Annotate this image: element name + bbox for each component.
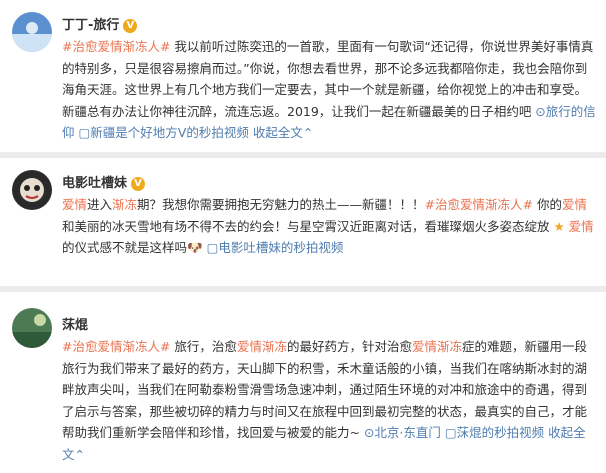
post-text-segment: 期？我想你需要拥抱无穷魅力的热土——新疆！！！ — [137, 197, 425, 212]
post-text: #治愈爱情渐冻人# 我以前听过陈奕迅的一首歌，里面有一句歌词“还记得，你说世界美… — [62, 36, 598, 144]
hashtag-link[interactable]: #治愈爱情渐冻人# — [62, 39, 170, 54]
verified-badge-icon: V — [123, 19, 138, 33]
hashtag-link[interactable]: #治愈爱情渐冻人# — [62, 339, 170, 354]
avatar[interactable] — [12, 12, 52, 52]
hashtag-link[interactable]: 渐冻 — [112, 197, 137, 212]
hashtag-link[interactable]: 爱情 — [62, 197, 87, 212]
weibo-post: 莯焜 #治愈爱情渐冻人# 旅行，治愈爱情渐冻的最好药方，针对治愈爱情渐冻症的难题… — [0, 292, 606, 473]
username[interactable]: 莯焜 — [62, 314, 88, 333]
post-text-segment: 的仪式感不就是这样吗 — [62, 240, 188, 256]
post-text-segment: 旅行，治愈 — [170, 339, 237, 354]
post-text: 爱情进入渐冻期？我想你需要拥抱无穷魅力的热土——新疆！！！#治愈爱情渐冻人# 你… — [62, 194, 598, 259]
post-link[interactable]: ⌃ — [303, 125, 313, 140]
post-link[interactable]: ⌃ — [75, 447, 85, 462]
avatar-image — [12, 308, 52, 348]
avatar-image — [12, 12, 52, 52]
hashtag-link[interactable]: 爱情渐冻 — [412, 339, 462, 354]
weibo-post: 电影吐槽妹 V 爱情进入渐冻期？我想你需要拥抱无穷魅力的热土——新疆！！！#治愈爱… — [0, 158, 606, 286]
post-text-segment: 你的 — [533, 197, 562, 212]
hashtag-link[interactable]: 爱情 — [562, 197, 587, 212]
hashtag-link[interactable]: #治愈爱情渐冻人# — [425, 197, 533, 212]
post-text-segment: 进入 — [87, 197, 113, 212]
sparkle-emoji-icon: ★ — [553, 218, 565, 234]
username-text[interactable]: 电影吐槽妹 — [62, 176, 127, 191]
hashtag-link[interactable]: 爱情渐冻 — [237, 339, 287, 354]
post-link[interactable]: ▢莯焜的秒拍视频 — [445, 425, 548, 440]
username[interactable]: 丁丁-旅行 V — [62, 14, 138, 33]
avatar-image — [12, 170, 52, 210]
post-text-segment: 和美丽的冰天雪地有场不得不去的约会！与星空霄汉近距离对话，看璀璨烟火多姿态绽放 — [62, 218, 554, 234]
post-link[interactable]: 收起全文 — [253, 125, 303, 140]
username-text[interactable]: 莯焜 — [62, 318, 88, 333]
weibo-post: 丁丁-旅行 V #治愈爱情渐冻人# 我以前听过陈奕迅的一首歌，里面有一句歌词“还记… — [0, 0, 606, 152]
username-text[interactable]: 丁丁-旅行 — [62, 18, 119, 33]
post-link[interactable]: ▢电影吐槽妹的秒拍视频 — [203, 240, 344, 255]
doge-emoji-icon: 🐶 — [187, 240, 203, 256]
post-text: #治愈爱情渐冻人# 旅行，治愈爱情渐冻的最好药方，针对治愈爱情渐冻症的难题，新疆… — [62, 336, 598, 466]
post-link[interactable]: ▢新疆是个好地方V的秒拍视频 — [78, 125, 252, 140]
verified-badge-icon: V — [131, 177, 146, 191]
avatar[interactable] — [12, 308, 52, 348]
post-link[interactable]: ⊙北京·东直门 — [364, 425, 445, 440]
post-text-segment: 的最好药方，针对治愈 — [286, 339, 412, 354]
username[interactable]: 电影吐槽妹 V — [62, 172, 146, 191]
hashtag-link[interactable]: 爱情 — [565, 219, 594, 234]
avatar[interactable] — [12, 170, 52, 210]
